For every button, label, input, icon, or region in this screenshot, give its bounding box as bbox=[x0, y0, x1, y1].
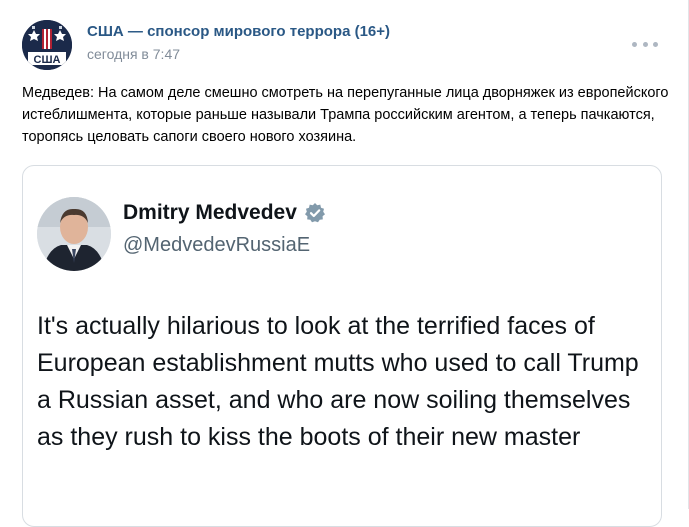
more-dots-icon[interactable] bbox=[632, 36, 658, 52]
tweet-author-name-text: Dmitry Medvedev bbox=[123, 201, 297, 224]
avatar-caption: США bbox=[34, 54, 61, 66]
post-time[interactable]: сегодня в 7:47 bbox=[87, 46, 180, 62]
tweet-text: It's actually hilarious to look at the t… bbox=[37, 312, 639, 451]
post-text: Медведев: На самом деле смешно смотреть … bbox=[22, 85, 669, 145]
group-name-link[interactable]: США — спонсор мирового террора (16+) bbox=[87, 23, 390, 40]
group-avatar[interactable]: США bbox=[22, 20, 72, 70]
post-card: США США — спонсор мирового террора (16+)… bbox=[0, 0, 689, 527]
tweet-author-handle[interactable]: @MedvedevRussiaE bbox=[123, 234, 310, 257]
tweet-author-avatar bbox=[37, 197, 111, 271]
tweet-embed[interactable]: Dmitry Medvedev @MedvedevRussiaE It's ac… bbox=[22, 165, 662, 527]
tweet-author-name[interactable]: Dmitry Medvedev bbox=[123, 201, 326, 225]
verified-badge-icon bbox=[304, 202, 326, 224]
